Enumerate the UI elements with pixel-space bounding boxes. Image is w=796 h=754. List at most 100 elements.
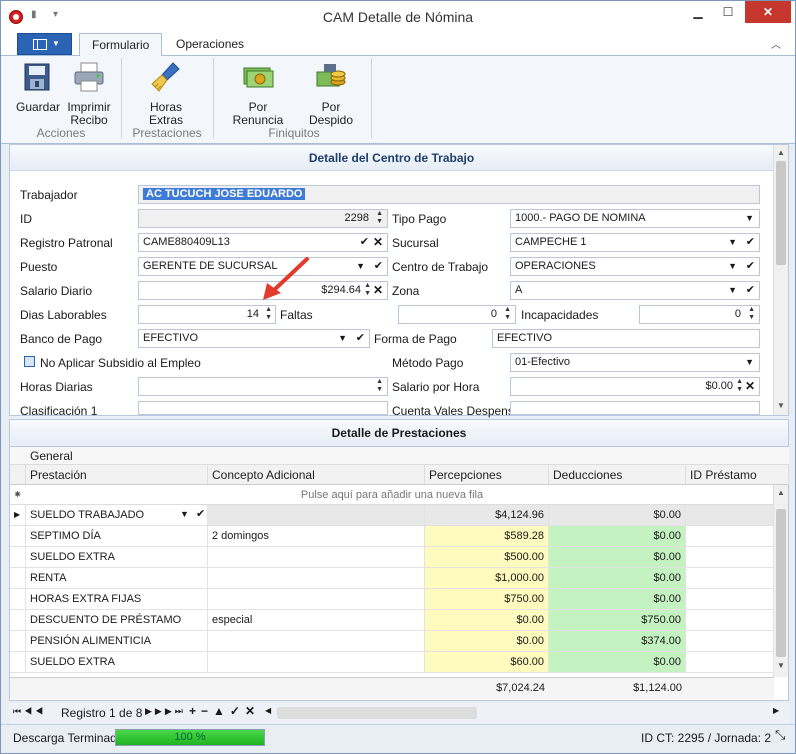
cell-percepciones[interactable]: $4,124.96: [425, 505, 549, 526]
check-icon[interactable]: ✔: [746, 258, 755, 275]
guardar-button[interactable]: Guardar: [9, 60, 67, 114]
cell-percepciones[interactable]: $0.00: [425, 610, 549, 631]
cell-deducciones[interactable]: $0.00: [549, 526, 686, 547]
trabajador-field[interactable]: AC TUCUCH JOSE EDUARDO: [138, 185, 760, 204]
cell-percepciones[interactable]: $750.00: [425, 589, 549, 610]
cell-deducciones[interactable]: $0.00: [549, 589, 686, 610]
cell-prestacion[interactable]: PENSIÓN ALIMENTICIA: [26, 631, 208, 652]
cell-prestacion[interactable]: RENTA: [26, 568, 208, 589]
collapse-ribbon-icon[interactable]: ︿: [771, 36, 781, 51]
chevron-down-icon[interactable]: ▼: [728, 234, 737, 251]
col-header-id-prestamo[interactable]: ID Préstamo: [686, 465, 789, 485]
incapacidades-field[interactable]: 0 ▲ ▼: [639, 305, 760, 324]
spinner-icon[interactable]: ▲ ▼: [748, 306, 755, 322]
cell-concepto[interactable]: 2 domingos: [208, 526, 425, 547]
cell-concepto[interactable]: [208, 505, 425, 526]
tipo-pago-select[interactable]: 1000.- PAGO DE NOMINA ▼: [510, 209, 760, 228]
clasificacion-1-field[interactable]: [138, 401, 388, 415]
form-scrollbar[interactable]: ▲ ▼: [773, 145, 788, 415]
cell-concepto[interactable]: [208, 547, 425, 568]
cell-concepto[interactable]: [208, 631, 425, 652]
check-icon[interactable]: ✔: [356, 330, 365, 347]
cell-deducciones[interactable]: $0.00: [549, 652, 686, 673]
chevron-down-icon[interactable]: ▼: [745, 210, 754, 227]
cell-percepciones[interactable]: $589.28: [425, 526, 549, 547]
clear-icon[interactable]: ✕: [373, 282, 383, 299]
row-indicator[interactable]: [10, 547, 26, 568]
col-header-concepto[interactable]: Concepto Adicional: [208, 465, 425, 485]
cell-percepciones[interactable]: $1,000.00: [425, 568, 549, 589]
col-header-percepciones[interactable]: Percepciones: [425, 465, 549, 485]
cell-prestacion[interactable]: HORAS EXTRA FIJAS: [26, 589, 208, 610]
row-indicator[interactable]: [10, 589, 26, 610]
cell-deducciones[interactable]: $0.00: [549, 568, 686, 589]
chevron-down-icon[interactable]: ▼: [745, 354, 754, 371]
col-header-deducciones[interactable]: Deducciones: [549, 465, 686, 485]
cell-id-prestamo[interactable]: [686, 652, 774, 673]
scroll-down-icon[interactable]: ▼: [777, 661, 785, 670]
clear-icon[interactable]: ✕: [373, 234, 383, 251]
new-row-placeholder[interactable]: ⁕ Pulse aquí para añadir una nueva fila: [10, 485, 774, 505]
cell-concepto[interactable]: especial: [208, 610, 425, 631]
scroll-up-icon[interactable]: ▲: [777, 148, 785, 157]
zona-select[interactable]: A ▼ ✔: [510, 281, 760, 300]
spinner-icon[interactable]: ▲ ▼: [504, 306, 511, 322]
row-indicator[interactable]: [10, 568, 26, 589]
chevron-down-icon[interactable]: ▼: [356, 258, 365, 275]
table-row[interactable]: PENSIÓN ALIMENTICIA $0.00 $374.00: [10, 631, 774, 652]
table-row[interactable]: HORAS EXTRA FIJAS $750.00 $0.00: [10, 589, 774, 610]
cell-prestacion[interactable]: SEPTIMO DÍA: [26, 526, 208, 547]
cell-deducciones[interactable]: $0.00: [549, 505, 686, 526]
table-row[interactable]: RENTA $1,000.00 $0.00: [10, 568, 774, 589]
cell-id-prestamo[interactable]: [686, 505, 774, 526]
registro-patronal-select[interactable]: CAME880409L13 ✔ ✕: [138, 233, 388, 252]
cell-deducciones[interactable]: $374.00: [549, 631, 686, 652]
close-button[interactable]: ✕: [745, 1, 791, 23]
check-icon[interactable]: ✔: [374, 258, 383, 275]
cell-id-prestamo[interactable]: [686, 526, 774, 547]
group-label[interactable]: General: [30, 449, 73, 463]
cell-prestacion[interactable]: SUELDO EXTRA: [26, 547, 208, 568]
spinner-icon[interactable]: ▲ ▼: [736, 378, 743, 394]
cell-prestacion[interactable]: DESCUENTO DE PRÉSTAMO: [26, 610, 208, 631]
table-row[interactable]: SEPTIMO DÍA 2 domingos $589.28 $0.00: [10, 526, 774, 547]
cell-id-prestamo[interactable]: [686, 631, 774, 652]
faltas-field[interactable]: 0 ▲ ▼: [398, 305, 516, 324]
cell-id-prestamo[interactable]: [686, 589, 774, 610]
file-menu-button[interactable]: ▼: [17, 33, 72, 55]
scroll-thumb[interactable]: [776, 509, 786, 657]
check-icon[interactable]: ✔: [746, 234, 755, 251]
maximize-button[interactable]: ☐: [713, 1, 743, 23]
salario-hora-field[interactable]: $0.00 ▲ ▼ ✕: [510, 377, 760, 396]
tab-formulario[interactable]: Formulario: [79, 33, 163, 57]
sucursal-select[interactable]: CAMPECHE 1 ▼ ✔: [510, 233, 760, 252]
forma-pago-field[interactable]: EFECTIVO: [492, 329, 760, 348]
table-row[interactable]: SUELDO EXTRA $60.00 $0.00: [10, 652, 774, 673]
clear-icon[interactable]: ✕: [745, 378, 755, 395]
horas-extras-button[interactable]: Horas Extras: [139, 60, 193, 127]
cuenta-vales-field[interactable]: [510, 401, 760, 415]
nav-edit-icons[interactable]: +−▲✓✕: [189, 704, 260, 718]
subsidio-checkbox[interactable]: [24, 356, 35, 367]
id-field[interactable]: 2298 ▲ ▼: [138, 209, 388, 228]
scroll-thumb[interactable]: [776, 161, 786, 265]
scroll-left-icon[interactable]: ◀: [265, 706, 271, 715]
por-despido-button[interactable]: Por Despido: [299, 60, 363, 127]
table-row[interactable]: DESCUENTO DE PRÉSTAMO especial $0.00 $750.0…: [10, 610, 774, 631]
check-icon[interactable]: ✔: [196, 507, 205, 520]
scroll-up-icon[interactable]: ▲: [777, 488, 785, 497]
grid-scrollbar[interactable]: ▲ ▼: [773, 485, 788, 677]
col-header-prestacion[interactable]: Prestación: [26, 465, 208, 485]
table-row[interactable]: SUELDO EXTRA $500.00 $0.00: [10, 547, 774, 568]
nav-first-prev-icon[interactable]: ⏮◀◀: [13, 706, 46, 717]
cell-id-prestamo[interactable]: [686, 568, 774, 589]
resize-grip-icon[interactable]: ⤡: [775, 727, 785, 743]
cell-id-prestamo[interactable]: [686, 610, 774, 631]
por-renuncia-button[interactable]: Por Renuncia: [223, 60, 293, 127]
imprimir-recibo-button[interactable]: Imprimir Recibo: [63, 60, 115, 127]
metodo-pago-select[interactable]: 01-Efectivo ▼: [510, 353, 760, 372]
scroll-down-icon[interactable]: ▼: [777, 401, 785, 410]
cell-concepto[interactable]: [208, 568, 425, 589]
tab-operaciones[interactable]: Operaciones: [164, 33, 256, 57]
check-icon[interactable]: ✔: [360, 234, 369, 251]
